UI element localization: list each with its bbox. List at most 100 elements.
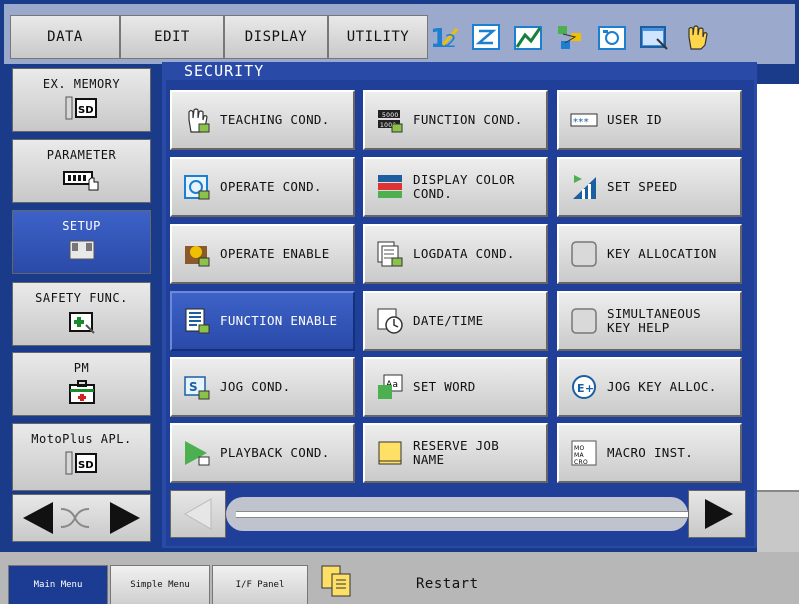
right-edge: [757, 84, 799, 500]
tile-function-enable[interactable]: FUNCTION ENABLE: [170, 291, 355, 351]
tile-logdata-cond[interactable]: LOGDATA COND.: [363, 224, 548, 284]
tile-function-cond[interactable]: 5000 1000 FUNCTION COND.: [363, 90, 548, 150]
network-icon[interactable]: [554, 21, 586, 53]
window-icon[interactable]: [638, 21, 670, 53]
tile-macro-inst[interactable]: MO MA CRO MACRO INST.: [557, 423, 742, 483]
safety-icon: [68, 312, 95, 334]
speed-icon: [569, 172, 599, 202]
tile-display-color-cond[interactable]: DISPLAY COLOR COND.: [363, 157, 548, 217]
scroll-left-button[interactable]: [170, 490, 226, 538]
left-menu-safety-func[interactable]: SAFETY FUNC.: [12, 282, 151, 346]
switch-icon[interactable]: 12: [428, 21, 460, 53]
right-scroll-strip: [757, 490, 799, 554]
tile-label: SET SPEED: [607, 179, 678, 194]
svg-text:2: 2: [445, 31, 456, 51]
menu-edit[interactable]: EDIT: [120, 15, 224, 59]
left-menu-pm[interactable]: PM: [12, 352, 151, 416]
key-icon: [569, 239, 599, 269]
word-icon: Aa: [375, 372, 405, 402]
left-menu-label: PARAMETER: [46, 148, 117, 162]
restart-label[interactable]: Restart: [416, 576, 479, 592]
tile-user-id[interactable]: *** USER ID: [557, 90, 742, 150]
left-menu-setup[interactable]: SETUP: [12, 210, 151, 274]
edit-icon[interactable]: [470, 21, 502, 53]
svg-text:MO: MO: [574, 445, 585, 452]
tile-label: SET WORD: [413, 379, 476, 394]
left-menu-label: PM: [73, 361, 90, 375]
play-icon: [182, 438, 212, 468]
svg-text:***: ***: [573, 117, 589, 128]
parameter-icon: [62, 171, 98, 191]
tile-label: FUNCTION COND.: [413, 112, 523, 127]
color-icon: [375, 172, 405, 202]
scroll-thumb[interactable]: [236, 511, 688, 518]
tile-label: TEACHING COND.: [220, 112, 330, 127]
password-icon: ***: [569, 105, 599, 135]
jog-icon: S: [182, 372, 212, 402]
enable-icon: [182, 239, 212, 269]
operate-icon: [182, 172, 212, 202]
page-nav: [12, 494, 151, 542]
tile-operate-enable[interactable]: OPERATE ENABLE: [170, 224, 355, 284]
tile-simultaneous-key-help[interactable]: SIMULTANEOUS KEY HELP: [557, 291, 742, 351]
hand-icon: [182, 105, 212, 135]
medical-kit-icon: [68, 380, 95, 404]
tile-label: DATE/TIME: [413, 313, 484, 328]
copy-icon[interactable]: [318, 562, 358, 600]
tile-key-allocation[interactable]: KEY ALLOCATION: [557, 224, 742, 284]
tile-label: KEY ALLOCATION: [607, 246, 717, 261]
tile-label: MACRO INST.: [607, 445, 694, 460]
tab-simple-menu[interactable]: Simple Menu: [110, 565, 210, 604]
tile-date-time[interactable]: DATE/TIME: [363, 291, 548, 351]
function-enable-icon: [182, 306, 212, 336]
scroll-track[interactable]: [226, 497, 688, 531]
note-icon: [375, 438, 405, 468]
tile-playback-cond[interactable]: PLAYBACK COND.: [170, 423, 355, 483]
status-icons: 12: [428, 15, 788, 59]
tile-reserve-job-name[interactable]: RESERVE JOB NAME: [363, 423, 548, 483]
tile-set-speed[interactable]: SET SPEED: [557, 157, 742, 217]
scroll-left-icon: [183, 498, 212, 530]
sd-card-icon: SD: [65, 96, 97, 120]
tile-teaching-cond[interactable]: TEACHING COND.: [170, 90, 355, 150]
tile-set-word[interactable]: Aa SET WORD: [363, 357, 548, 417]
svg-text:MA: MA: [574, 452, 584, 459]
menu-data[interactable]: DATA: [10, 15, 120, 59]
tile-jog-key-alloc[interactable]: E+ JOG KEY ALLOC.: [557, 357, 742, 417]
tile-label: PLAYBACK COND.: [220, 445, 330, 460]
menu-display[interactable]: DISPLAY: [224, 15, 328, 59]
panel-title: SECURITY: [184, 62, 265, 80]
tile-operate-cond[interactable]: OPERATE COND.: [170, 157, 355, 217]
setup-icon: [69, 240, 94, 260]
svg-text:SD: SD: [78, 460, 94, 471]
menu-utility[interactable]: UTILITY: [328, 15, 428, 59]
hand-icon[interactable]: [680, 21, 712, 53]
page-nav-arrows: [23, 502, 140, 534]
tile-label: FUNCTION ENABLE: [220, 313, 338, 328]
left-menu-parameter[interactable]: PARAMETER: [12, 139, 151, 203]
tile-label: OPERATE COND.: [220, 179, 322, 194]
tile-label: JOG COND.: [220, 379, 291, 394]
svg-text:5000: 5000: [382, 112, 398, 119]
tab-main-menu[interactable]: Main Menu: [8, 565, 108, 604]
camera-icon[interactable]: [596, 21, 628, 53]
scroll-right-icon: [705, 499, 733, 529]
tile-label: LOGDATA COND.: [413, 246, 515, 261]
left-menu-ex-memory[interactable]: EX. MEMORY SD: [12, 68, 151, 132]
svg-text:E+: E+: [577, 382, 594, 395]
tile-label: USER ID: [607, 112, 662, 127]
top-menu-bar: DATA EDIT DISPLAY UTILITY 12: [4, 4, 795, 64]
next-page-icon[interactable]: [110, 502, 140, 534]
left-menu-label: SAFETY FUNC.: [35, 291, 128, 305]
tile-label: JOG KEY ALLOC.: [607, 379, 717, 394]
scroll-right-button[interactable]: [688, 490, 746, 538]
left-menu-motoplus-apl[interactable]: MotoPlus APL. SD: [12, 423, 151, 491]
prev-page-icon[interactable]: [23, 502, 53, 534]
svg-text:S: S: [189, 380, 198, 394]
tile-jog-cond[interactable]: S JOG COND.: [170, 357, 355, 417]
jog-key-icon: E+: [569, 372, 599, 402]
macro-icon: MO MA CRO: [569, 438, 599, 468]
tab-if-panel[interactable]: I/F Panel: [212, 565, 308, 604]
graph-icon[interactable]: [512, 21, 544, 53]
key-icon: [569, 306, 599, 336]
